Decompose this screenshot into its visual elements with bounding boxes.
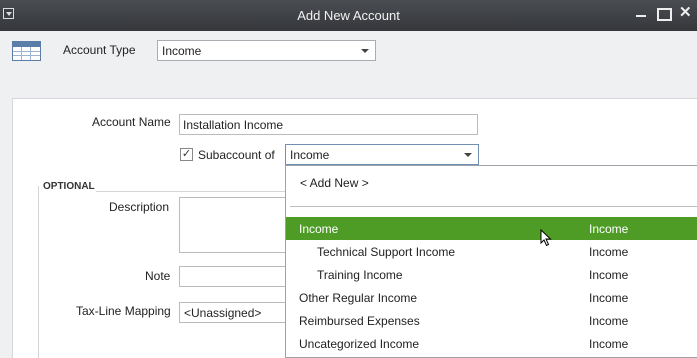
subaccount-label: Subaccount of [198,148,275,162]
account-name-label: Account Name [92,115,171,129]
dropdown-item-type: Income [589,314,629,328]
dropdown-item-name: Technical Support Income [317,245,456,259]
optional-group-divider [96,191,286,192]
close-button[interactable]: ✕ [679,5,693,20]
description-field[interactable] [179,197,289,253]
dropdown-item[interactable]: Technical Support Income Income [286,240,697,263]
optional-group-border [38,186,39,358]
dropdown-item-type: Income [589,268,629,282]
maximize-button[interactable] [656,6,672,21]
subaccount-checkbox[interactable]: ✓ [180,148,193,161]
add-new-option[interactable]: < Add New > [300,176,369,190]
subaccount-select[interactable]: Income [285,144,479,165]
dropdown-item-name: Uncategorized Income [299,337,420,351]
taxline-value: <Unassigned> [184,306,262,320]
dropdown-item-name: Training Income [317,268,403,282]
chevron-down-icon [464,153,472,157]
account-type-select[interactable]: Income [157,40,376,61]
minimize-button[interactable] [634,6,648,20]
dropdown-item[interactable]: Other Regular Income Income [286,286,697,309]
account-type-label: Account Type [63,43,136,57]
taxline-label: Tax-Line Mapping [76,304,171,318]
dropdown-item-name: Other Regular Income [299,291,418,305]
title-bar: Add New Account ✕ [0,0,697,31]
taxline-select[interactable]: <Unassigned> [179,302,289,323]
note-label: Note [145,269,171,283]
dropdown-item[interactable]: Uncategorized Income Income [286,332,697,355]
dropdown-item[interactable]: Reimbursed Expenses Income [286,309,697,332]
dropdown-item-name: Reimbursed Expenses [299,314,420,328]
optional-section-label: OPTIONAL [43,181,95,192]
chevron-down-icon [361,49,369,53]
dropdown-item-type: Income [589,291,629,305]
account-type-value: Income [162,44,202,58]
dropdown-item[interactable]: Training Income Income [286,263,697,286]
accounts-table-icon [12,41,41,61]
description-label: Description [109,200,170,214]
subaccount-value: Income [290,148,330,162]
window-title: Add New Account [297,8,400,23]
mouse-cursor-icon [540,229,552,247]
note-field[interactable] [179,266,289,287]
account-name-field[interactable]: Installation Income [179,114,478,135]
dropdown-item-type: Income [589,337,629,351]
subaccount-dropdown-list[interactable]: < Add New > Income Income Technical Supp… [285,165,697,358]
dropdown-divider [290,206,697,207]
dropdown-item-name: Income [299,222,339,236]
dropdown-item[interactable]: Income Income [286,217,697,240]
dropdown-item-type: Income [589,222,629,236]
dropdown-item-type: Income [589,245,629,259]
